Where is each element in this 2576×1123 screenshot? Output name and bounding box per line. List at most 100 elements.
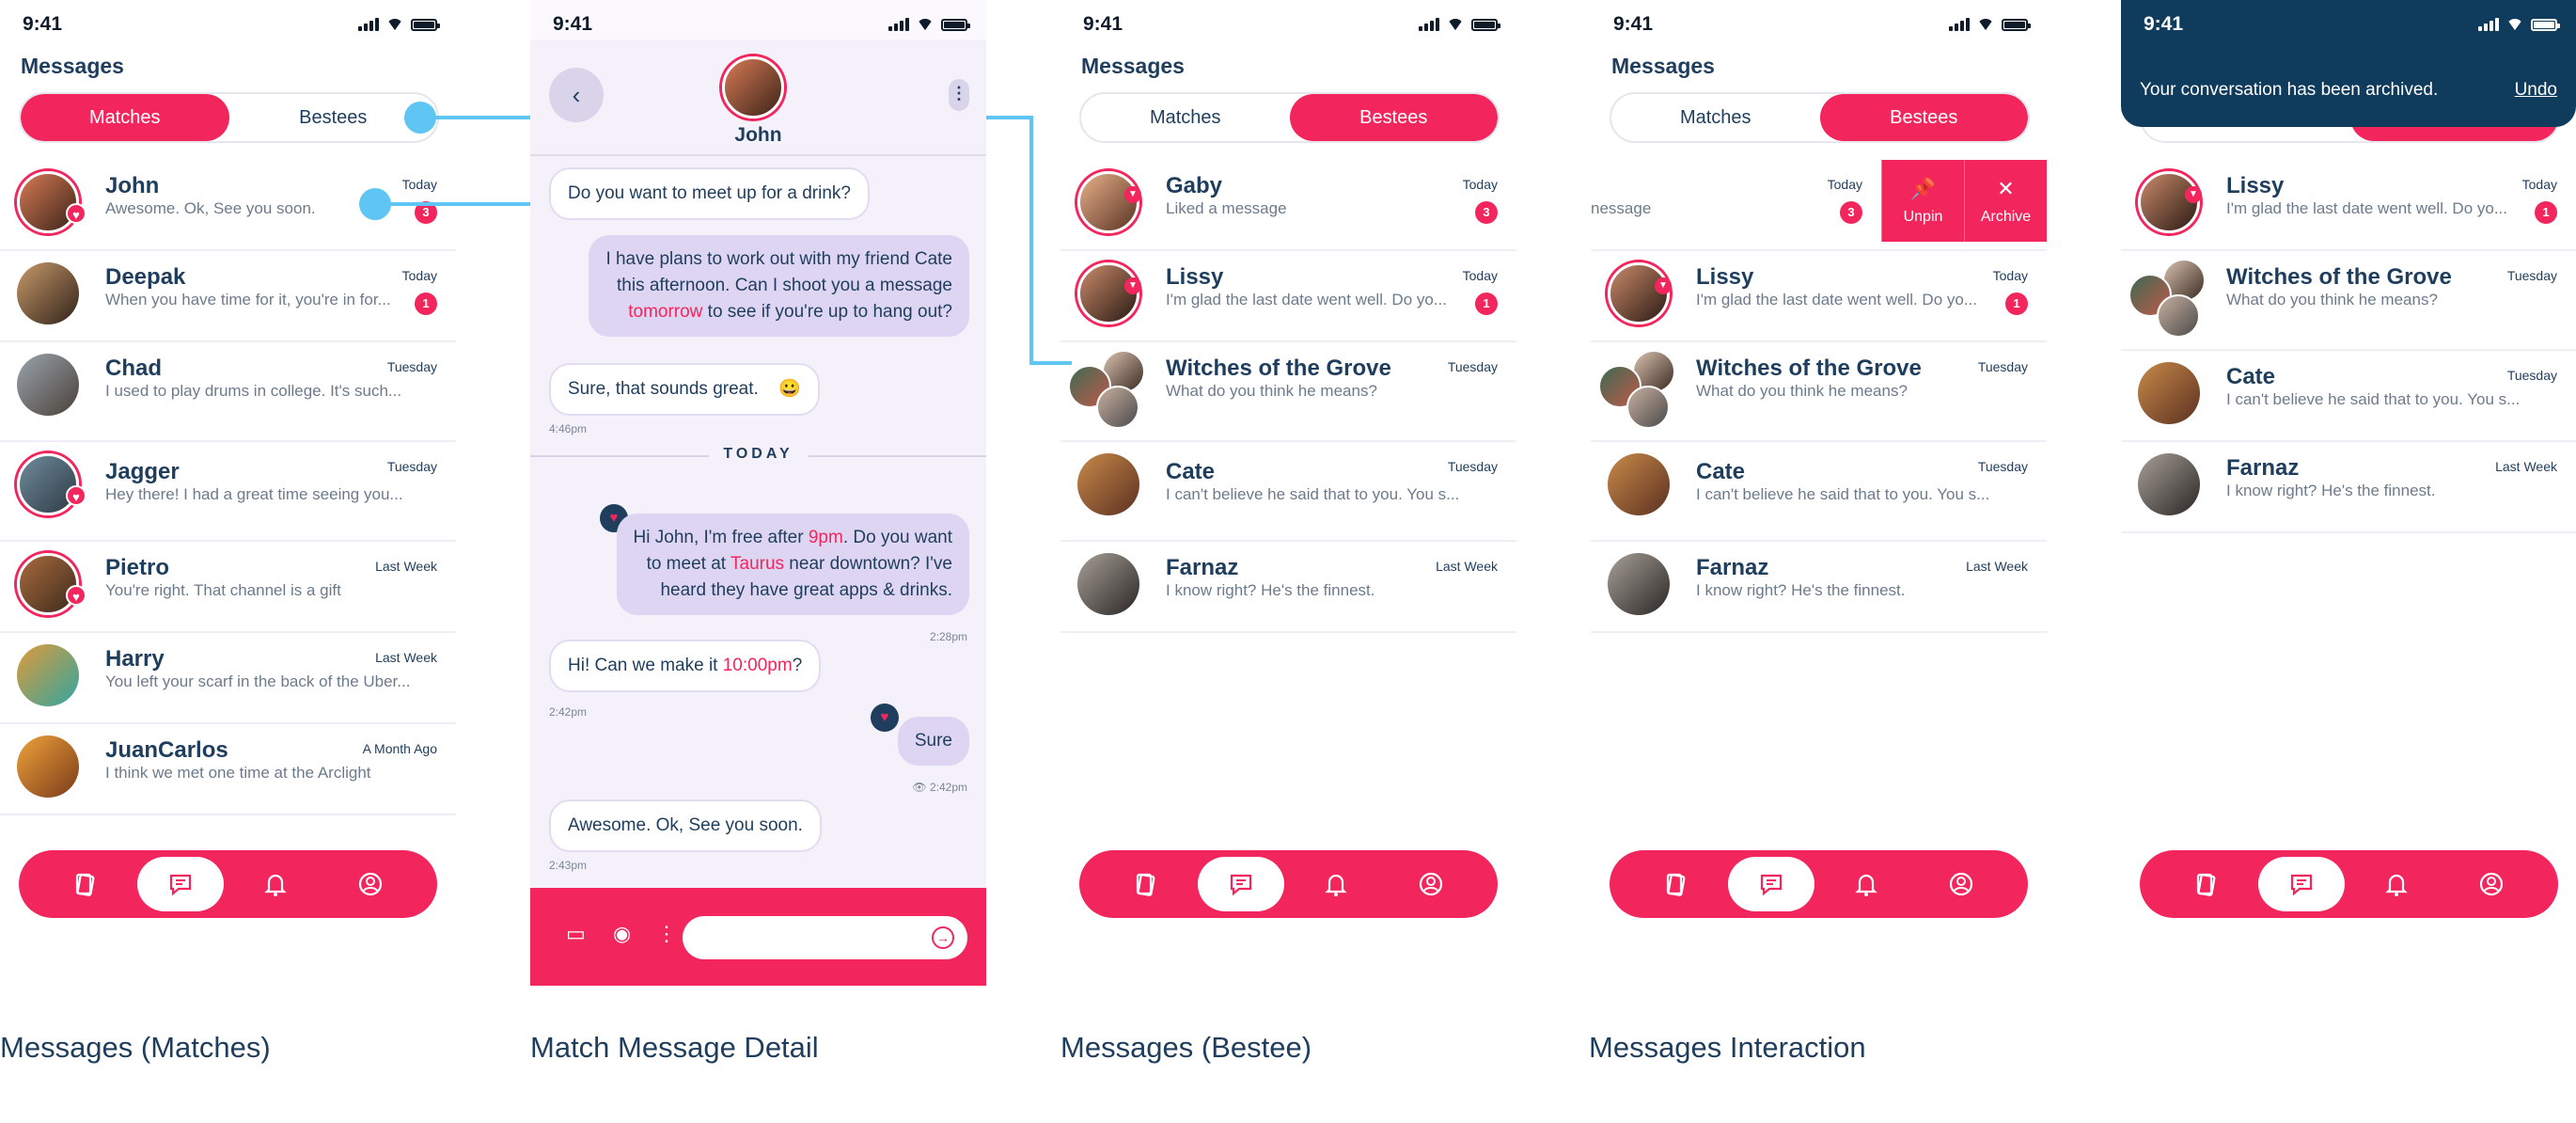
list-item[interactable]: Cate I can't believe he said that to you… <box>1591 442 2047 542</box>
tab-profile[interactable] <box>1918 857 2004 911</box>
timestamp: Today <box>2521 177 2557 192</box>
avatar <box>2138 453 2200 515</box>
contact-name: Farnaz <box>1166 555 1239 580</box>
timestamp: Today <box>1462 268 1498 283</box>
tab-matches[interactable]: Matches <box>1611 94 1820 141</box>
avatar <box>17 171 79 233</box>
cards-icon <box>1136 873 1155 896</box>
list-item[interactable]: ▼ Gaby Liked a message Today 3 <box>1060 160 1516 251</box>
tab-notifications[interactable] <box>1293 857 1379 911</box>
list-item[interactable]: Farnaz I know right? He's the finnest. L… <box>1060 542 1516 633</box>
tab-bestees[interactable]: Bestees <box>1289 94 1498 141</box>
wifi-icon <box>917 19 934 31</box>
more-button[interactable]: ⋮ <box>949 79 969 111</box>
tab-profile[interactable] <box>2448 857 2535 911</box>
chat-header: ‹ John ⋮ <box>530 40 986 156</box>
message-preview: What do you think he means? <box>1696 382 1908 400</box>
segmented-control: Matches Bestees <box>1079 92 1500 143</box>
message-bubble: Hi! Can we make it 10:00pm? <box>549 640 822 692</box>
screen-message-detail: 9:41 ‹ John ⋮ Do you want to meet up for… <box>530 0 986 986</box>
timestamp: Last Week <box>375 559 437 574</box>
tab-messages[interactable] <box>2257 857 2345 911</box>
timestamp: 2:42pm <box>549 705 588 719</box>
message-preview: Hey there! I had a great time seeing you… <box>105 485 403 503</box>
timestamp: Today <box>1992 268 2028 283</box>
profile-icon <box>1420 872 1443 896</box>
wifi-icon <box>1447 19 1464 31</box>
archive-button[interactable]: ✕ Archive <box>1964 160 2047 242</box>
tab-cards[interactable] <box>1633 857 1720 911</box>
chat-icon <box>169 874 191 896</box>
list-item[interactable]: ▼ Lissy I'm glad the last date went well… <box>1060 251 1516 342</box>
tab-cards[interactable] <box>42 857 129 911</box>
contact-name: Lissy <box>1696 264 1754 290</box>
back-icon: ‹ <box>572 81 581 109</box>
tab-matches[interactable]: Matches <box>21 94 229 141</box>
message-input[interactable]: → <box>683 916 967 959</box>
avatar <box>17 354 79 416</box>
timestamp: Tuesday <box>1447 359 1498 374</box>
undo-link[interactable]: Undo <box>2515 80 2557 101</box>
list-item[interactable]: Witches of the Grove What do you think h… <box>1591 342 2047 442</box>
message-preview: I can't believe he said that to you. You… <box>2226 390 2521 408</box>
list-item[interactable]: Cate I can't believe he said that to you… <box>2121 351 2576 442</box>
storyboard: 9:41 Messages Matches Bestees ♥ John Awe… <box>0 0 2576 1123</box>
contact-name: Pietro <box>105 555 170 580</box>
segmented-control: Matches Bestees <box>19 92 439 143</box>
message-preview: I'm glad the last date went well. Do yo.… <box>1166 291 1448 308</box>
back-button[interactable]: ‹ <box>549 68 604 122</box>
list-item[interactable]: Witches of the Grove What do you think h… <box>2121 251 2576 351</box>
flow-connector <box>986 116 1033 119</box>
tab-bar <box>1610 850 2028 918</box>
list-item[interactable]: JuanCarlos I think we met one time at th… <box>0 724 456 815</box>
avatar <box>17 262 79 324</box>
cards-icon <box>2196 873 2216 896</box>
message-preview: nessage <box>1591 199 1652 217</box>
contact-name: Cate <box>1166 459 1216 484</box>
pin-icon: ▼ <box>1655 277 1672 294</box>
timestamp: Tuesday <box>2506 368 2557 383</box>
tab-messages[interactable] <box>1727 857 1814 911</box>
pin-icon: ▼ <box>1124 277 1141 294</box>
list-item[interactable]: ♥ Jagger Hey there! I had a great time s… <box>0 442 456 542</box>
list-item[interactable]: Witches of the Grove What do you think h… <box>1060 342 1516 442</box>
tab-cards[interactable] <box>2163 857 2250 911</box>
list-item[interactable]: ♥ Pietro You're right. That channel is a… <box>0 542 456 633</box>
tab-profile[interactable] <box>1388 857 1474 911</box>
timestamp: A Month Ago <box>362 741 437 756</box>
tab-matches[interactable]: Matches <box>1081 94 1290 141</box>
send-icon[interactable]: → <box>932 926 954 949</box>
cellular-icon <box>1949 18 1970 31</box>
contact-name: Cate <box>2226 364 2276 389</box>
archive-toast: 9:41 Your conversation has been archived… <box>2121 0 2576 127</box>
list-item[interactable]: Harry You left your scarf in the back of… <box>0 633 456 724</box>
list-item[interactable]: Farnaz I know right? He's the finnest. L… <box>1591 542 2047 633</box>
tab-cards[interactable] <box>1103 857 1189 911</box>
tab-messages[interactable] <box>1197 857 1284 911</box>
more-icon[interactable]: ⋮ <box>656 922 677 946</box>
tab-bar <box>2140 850 2558 918</box>
list-item[interactable]: Chad I used to play drums in college. It… <box>0 342 456 442</box>
close-icon: ✕ <box>1997 176 2015 200</box>
status-bar: 9:41 <box>0 13 456 40</box>
tab-notifications[interactable] <box>232 857 319 911</box>
list-item[interactable]: Farnaz I know right? He's the finnest. L… <box>2121 442 2576 533</box>
list-item[interactable]: ▼ Lissy I'm glad the last date went well… <box>2121 160 2576 251</box>
list-item[interactable]: Deepak When you have time for it, you're… <box>0 251 456 342</box>
wifi-icon <box>386 19 403 31</box>
list-item[interactable]: Cate I can't believe he said that to you… <box>1060 442 1516 542</box>
camera-icon[interactable]: ◉ <box>613 922 631 946</box>
tab-notifications[interactable] <box>1823 857 1909 911</box>
video-icon[interactable]: ▭ <box>566 922 586 946</box>
tab-profile[interactable] <box>327 857 414 911</box>
timestamp: Tuesday <box>386 459 437 474</box>
unread-badge: 1 <box>2005 293 2028 315</box>
avatar[interactable] <box>722 56 784 119</box>
tab-messages[interactable] <box>136 857 224 911</box>
timestamp: 2:28pm <box>929 630 967 643</box>
unpin-button[interactable]: 📌 Unpin <box>1881 160 1964 242</box>
tab-bestees[interactable]: Bestees <box>1819 94 2028 141</box>
message-preview: You left your scarf in the back of the U… <box>105 672 411 690</box>
tab-notifications[interactable] <box>2353 857 2440 911</box>
list-item[interactable]: ▼ Lissy I'm glad the last date went well… <box>1591 251 2047 342</box>
